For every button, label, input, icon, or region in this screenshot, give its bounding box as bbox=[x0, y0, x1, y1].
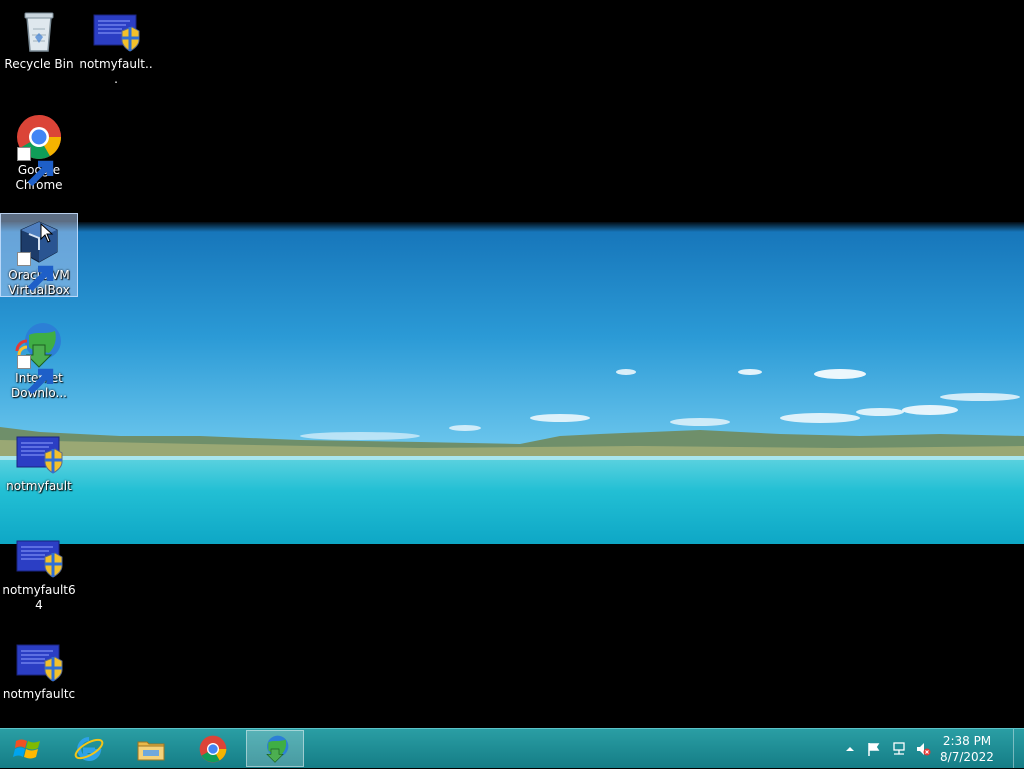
shortcut-arrow-icon bbox=[17, 252, 54, 292]
recycle-bin-icon bbox=[15, 7, 63, 55]
desktop-icon-label: notmyfault bbox=[6, 479, 72, 493]
desktop-icon-google-chrome[interactable]: Google Chrome bbox=[0, 108, 78, 194]
desktop-icon-label: notmyfault... bbox=[79, 57, 153, 86]
volume-button[interactable] bbox=[912, 729, 934, 769]
desktop-icon-recycle-bin[interactable]: Recycle Bin bbox=[0, 2, 78, 73]
network-button[interactable] bbox=[888, 729, 910, 769]
taskbar-chrome[interactable] bbox=[184, 730, 242, 767]
desktop-icon-notmyfault[interactable]: notmyfault bbox=[0, 424, 78, 495]
desktop-icon-notmyfault-1[interactable]: notmyfault... bbox=[77, 2, 155, 88]
chevron-up-icon bbox=[846, 747, 854, 751]
notmyfault-app-icon bbox=[15, 533, 63, 581]
chrome-icon bbox=[15, 113, 63, 187]
show-desktop-button[interactable] bbox=[1013, 729, 1024, 768]
desktop-icon-internet-download-manager[interactable]: Internet Downlo... bbox=[0, 316, 78, 402]
taskbar: 2:38 PM 8/7/2022 bbox=[0, 728, 1024, 768]
shortcut-arrow-icon bbox=[17, 147, 54, 187]
start-button[interactable] bbox=[0, 730, 56, 767]
windows-logo-icon bbox=[13, 739, 40, 758]
desktop-icon-notmyfaultc[interactable]: notmyfaultc bbox=[0, 632, 78, 703]
desktop-wallpaper bbox=[0, 222, 1024, 544]
taskbar-clock[interactable]: 2:38 PM 8/7/2022 bbox=[936, 733, 998, 765]
chrome-icon bbox=[199, 735, 227, 762]
internet-download-manager-icon bbox=[266, 735, 289, 763]
desktop-icon-notmyfault64[interactable]: notmyfault64 bbox=[0, 528, 78, 614]
taskbar-internet-download-manager[interactable] bbox=[246, 730, 304, 767]
taskbar-file-explorer[interactable] bbox=[122, 730, 180, 767]
clock-date: 8/7/2022 bbox=[940, 750, 994, 764]
network-icon bbox=[893, 742, 905, 755]
internet-explorer-icon bbox=[74, 736, 104, 761]
show-hidden-icons-button[interactable] bbox=[842, 729, 858, 769]
action-center-button[interactable] bbox=[864, 729, 884, 769]
shortcut-arrow-icon bbox=[17, 355, 54, 395]
notmyfault-app-icon bbox=[15, 429, 63, 477]
taskbar-internet-explorer[interactable] bbox=[60, 730, 118, 767]
file-explorer-icon bbox=[137, 741, 165, 760]
volume-muted-icon bbox=[917, 743, 931, 756]
desktop-icon-label: notmyfaultc bbox=[2, 687, 76, 701]
desktop-icon-label: notmyfault64 bbox=[2, 583, 76, 612]
desktop-icon-label: Recycle Bin bbox=[4, 57, 74, 71]
notmyfault-app-icon bbox=[92, 7, 140, 55]
virtualbox-icon bbox=[15, 218, 63, 292]
mouse-cursor-icon bbox=[40, 223, 54, 243]
internet-download-manager-icon bbox=[15, 321, 63, 395]
clock-time: 2:38 PM bbox=[942, 734, 992, 748]
flag-icon bbox=[868, 743, 880, 756]
desktop-icon-oracle-vm-virtualbox[interactable]: Oracle VM VirtualBox bbox=[0, 213, 78, 297]
notmyfault-app-icon bbox=[15, 637, 63, 685]
